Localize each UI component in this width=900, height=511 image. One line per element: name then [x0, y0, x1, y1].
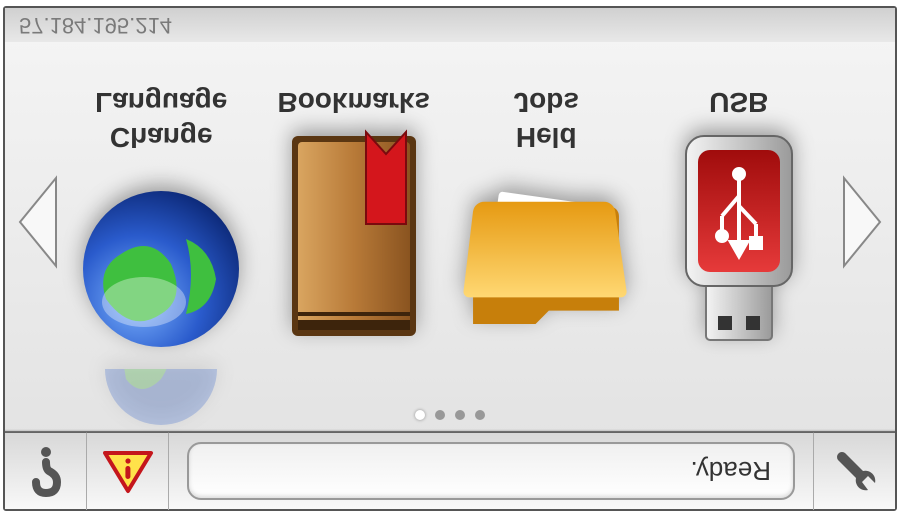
app-held-jobs[interactable]: Held Jobs — [451, 86, 641, 370]
help-button[interactable] — [5, 432, 87, 510]
page-dot — [475, 410, 485, 420]
wrench-icon — [830, 446, 880, 496]
app-bookmarks[interactable]: Bookmarks — [259, 86, 449, 335]
app-usb[interactable]: USB — [644, 86, 834, 335]
main-area: Change Language — [5, 42, 895, 403]
ip-address: 57.184.195.214 — [19, 12, 172, 38]
nav-right-button[interactable] — [835, 173, 889, 273]
question-icon — [25, 445, 67, 497]
top-bar: Ready. — [5, 431, 895, 509]
usb-icon — [649, 135, 829, 335]
app-change-language[interactable]: Change Language — [66, 86, 256, 370]
page-dot — [415, 410, 425, 420]
app-label: Held Jobs — [514, 86, 579, 156]
folder-icon — [456, 170, 636, 370]
warning-triangle-icon — [101, 447, 155, 495]
app-label: Bookmarks — [277, 86, 430, 121]
page-dot — [455, 410, 465, 420]
app-label: USB — [709, 86, 768, 121]
footer-bar: 57.184.195.214 — [5, 8, 895, 42]
app-grid: Change Language — [65, 76, 835, 370]
settings-button[interactable] — [813, 432, 895, 510]
bookmark-icon — [264, 135, 444, 335]
app-label: Change Language — [95, 86, 227, 156]
screen-frame: Ready. — [3, 6, 897, 511]
chevron-left-icon — [16, 175, 60, 271]
globe-icon — [71, 170, 251, 370]
status-display: Ready. — [187, 442, 795, 500]
page-dot — [435, 410, 445, 420]
status-text: Ready. — [691, 456, 771, 487]
chevron-right-icon — [840, 175, 884, 271]
nav-left-button[interactable] — [11, 173, 65, 273]
alert-button[interactable] — [87, 432, 169, 510]
